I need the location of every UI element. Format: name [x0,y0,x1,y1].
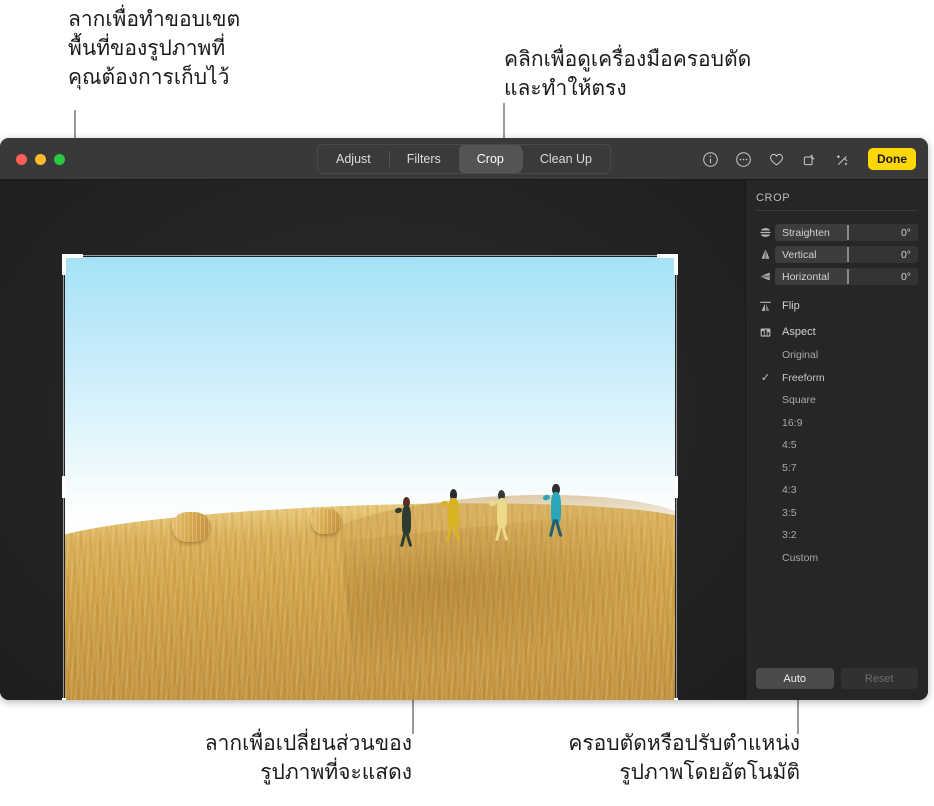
horizontal-icon [756,270,775,283]
runner-pale-yellow [488,490,511,542]
callout-reposition-text: ลากเพื่อเปลี่ยนส่วนของ รูปภาพที่จะแสดง [204,732,412,784]
horizontal-label: Horizontal [782,270,830,283]
aspect-option-custom[interactable]: Custom [756,547,918,570]
crop-edge-right[interactable] [676,255,677,700]
vertical-icon [756,248,775,261]
horizontal-slider[interactable]: Horizontal 0° [775,268,918,285]
crop-edge-top[interactable] [63,255,677,256]
straighten-value: 0° [900,226,911,239]
more-options-icon[interactable] [733,149,753,169]
aspect-option-square[interactable]: Square [756,389,918,412]
straighten-label: Straighten [782,226,830,239]
crop-edge-left[interactable] [63,255,64,700]
callout-auto-crop-text: ครอบตัดหรือปรับตำแหน่ง รูปภาพโดยอัตโนมัต… [568,732,800,784]
aspect-icon [756,326,775,339]
heart-icon[interactable] [766,149,786,169]
aspect-ratio-list: Original ✓ Freeform Square 16:9 4:5 5:7 … [756,344,918,569]
window-controls[interactable] [16,138,65,180]
window-body: CROP Straighten 0° Vertical 0° Horizonta… [0,180,928,700]
photo-image[interactable] [65,257,675,700]
edit-mode-tabs: Adjust Filters Crop Clean Up [317,144,611,174]
aspect-option-freeform[interactable]: ✓ Freeform [756,367,918,390]
vertical-slider[interactable]: Vertical 0° [775,246,918,263]
zoom-button[interactable] [54,153,65,165]
rotate-icon[interactable] [799,149,819,169]
info-icon[interactable] [700,149,720,169]
photo-canvas[interactable] [0,180,745,700]
slider-row-horizontal[interactable]: Horizontal 0° [756,267,918,286]
tool-row-aspect[interactable]: Aspect [756,321,918,343]
aspect-option-3-5[interactable]: 3:5 [756,502,918,525]
runner-dark [394,496,414,548]
tab-filters[interactable]: Filters [388,145,459,173]
callout-crop-tools-text: คลิกเพื่อดูเครื่องมือครอบตัด และทำให้ตรง [504,48,752,100]
checkmark-icon: ✓ [760,372,771,385]
aspect-option-4-5[interactable]: 4:5 [756,434,918,457]
hay-bale-left [171,511,210,542]
tab-clean-up[interactable]: Clean Up [521,145,610,173]
slider-row-straighten[interactable]: Straighten 0° [756,223,918,242]
minimize-button[interactable] [35,153,46,165]
runner-teal [542,483,565,538]
window-toolbar: Adjust Filters Crop Clean Up Done [0,138,928,180]
vertical-value: 0° [900,248,911,261]
aspect-option-original[interactable]: Original [756,344,918,367]
photos-editor-window: Adjust Filters Crop Clean Up Done CROP S… [0,138,928,700]
straighten-slider[interactable]: Straighten 0° [775,224,918,241]
callout-crop-area-text: ลากเพื่อทำขอบเขต พื้นที่ของรูปภาพที่ คุณ… [68,8,241,89]
crop-inspector-panel: CROP Straighten 0° Vertical 0° Horizonta… [745,180,928,700]
reset-button[interactable]: Reset [840,668,918,689]
runner-mustard [440,489,462,542]
tab-crop[interactable]: Crop [458,145,522,173]
tool-row-flip[interactable]: Flip [756,295,918,317]
tab-adjust[interactable]: Adjust [318,145,389,173]
aspect-option-16-9[interactable]: 16:9 [756,412,918,435]
flip-label: Flip [782,300,800,312]
auto-button[interactable]: Auto [756,668,834,689]
done-button[interactable]: Done [868,148,916,170]
flip-icon [756,300,775,313]
aspect-label: Aspect [782,326,816,338]
aspect-option-4-3[interactable]: 4:3 [756,479,918,502]
slider-row-vertical[interactable]: Vertical 0° [756,245,918,264]
straighten-icon [756,226,775,239]
magic-wand-icon[interactable] [832,149,852,169]
aspect-option-5-7[interactable]: 5:7 [756,457,918,480]
toolbar-actions: Done [700,138,916,180]
inspector-divider [756,210,918,211]
aspect-option-3-2[interactable]: 3:2 [756,524,918,547]
horizontal-value: 0° [900,270,911,283]
inspector-title: CROP [756,192,791,204]
vertical-label: Vertical [782,248,817,261]
hay-bale-center [310,509,342,535]
inspector-buttons: Auto Reset [756,668,918,689]
close-button[interactable] [16,153,27,165]
